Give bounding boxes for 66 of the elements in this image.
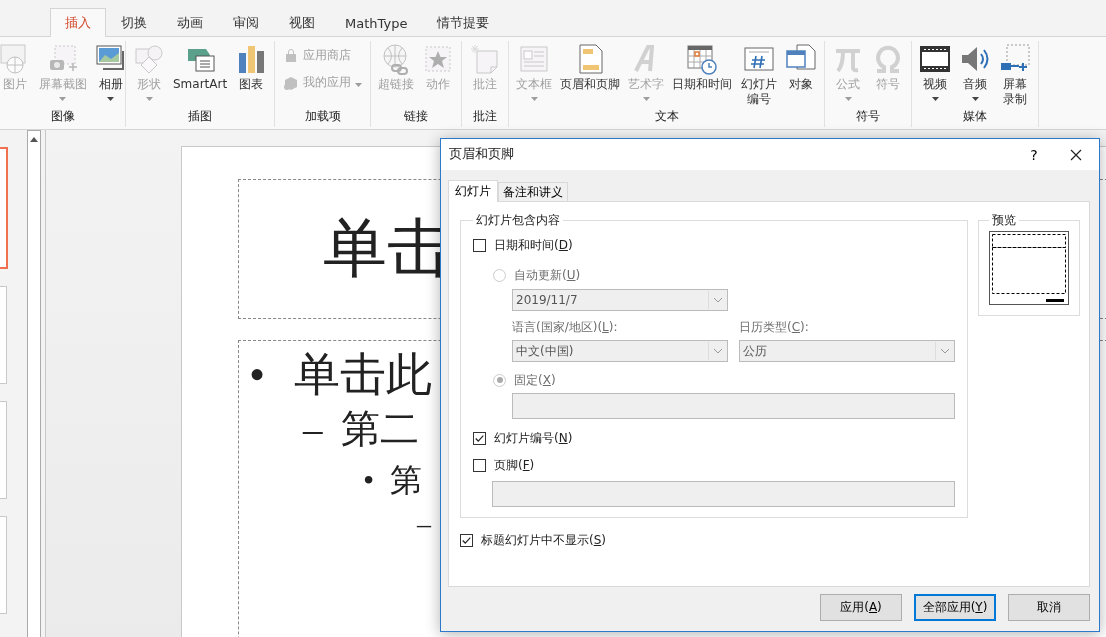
bullet-marker: • [363,461,376,500]
slide-thumbnail[interactable] [0,286,7,384]
body-text: 单击此 [294,348,432,402]
field-label: 语言(国家/地区)(L): [512,319,619,336]
checkbox[interactable] [473,458,486,472]
group-label: 链接 [404,108,429,125]
slide-thumbnail[interactable] [0,147,8,269]
body-text: 第二 [341,406,419,453]
radio-label: 固定(X) [514,371,556,389]
shapes-icon [133,43,165,75]
checkbox-label: 幻灯片编号(N) [494,429,573,447]
body-text: 第 [390,461,422,500]
bullet-marker: – [417,507,431,541]
ribbon-button[interactable]: 对象 [782,41,821,108]
ribbon-tab[interactable]: 情节提要 [422,8,505,37]
scroll-up-icon[interactable] [30,137,38,142]
ribbon-tab[interactable]: 切换 [106,8,162,37]
help-button[interactable]: ? [1019,145,1049,164]
dialog-button[interactable]: 全部应用(Y) [914,594,996,621]
calendar-clock-icon [686,43,719,75]
cube-icon [283,74,300,91]
checkbox-label: 标题幻灯片中不显示(S) [481,531,606,549]
ribbon-button[interactable]: 页眉和页脚 [557,41,624,108]
ribbon-tab[interactable]: 插入 [50,8,106,37]
slide-title: 单击 [323,213,451,285]
group-label: 符号 [856,108,881,125]
bullet-marker: • [249,348,267,402]
film-icon [919,43,952,75]
checkbox[interactable] [460,533,473,547]
group-label: 图像 [50,108,75,125]
group-title: 幻灯片包含内容 [475,212,561,229]
dialog-title: 页眉和页脚 [449,146,515,163]
group-label: 插图 [188,108,213,125]
dialog-button[interactable]: 取消 [1008,594,1090,621]
bullet-marker: – [303,406,324,453]
text-box-icon [518,43,551,75]
ribbon-button[interactable]: 日期和时间 [669,41,736,108]
checkbox-label: 日期和时间(D) [494,236,573,254]
ribbon-button[interactable]: 幻灯片编号 [737,41,781,108]
dialog-tab[interactable]: 幻灯片 [448,180,498,202]
ribbon-button[interactable]: 图表 [232,41,271,108]
ribbon-button[interactable]: 音频 [956,41,995,108]
ribbon-button[interactable]: 视频 [916,41,955,108]
ribbon-button[interactable]: SmartArt [170,41,231,108]
radio-label: 自动更新(U) [514,266,581,284]
group-label: 文本 [654,108,679,125]
group-title: 预览 [991,212,1017,229]
scrollbar[interactable] [27,130,41,637]
group-label: 加载项 [304,108,341,125]
checkbox[interactable] [473,238,486,252]
group-label: 媒体 [963,108,988,125]
field-label: 日历类型(C): [739,319,810,336]
checkbox-label: 页脚(F) [494,456,535,474]
dialog-button[interactable]: 应用(A) [820,594,902,621]
group-label: 批注 [473,108,498,125]
dialog-tab[interactable]: 备注和讲义 [498,182,568,201]
ribbon-button[interactable]: 相册 [91,41,130,108]
ribbon-tab[interactable]: 审阅 [218,8,274,37]
ribbon-tab[interactable]: MathType [330,8,423,37]
ribbon-tab[interactable]: 动画 [162,8,218,37]
ribbon-button[interactable]: 屏幕录制 [996,41,1035,108]
close-icon[interactable] [1070,148,1082,161]
ribbon-tab[interactable]: 视图 [274,8,330,37]
checkbox[interactable] [473,431,486,445]
slide-thumbnail[interactable] [0,516,7,614]
slide-thumbnail[interactable] [0,401,7,499]
